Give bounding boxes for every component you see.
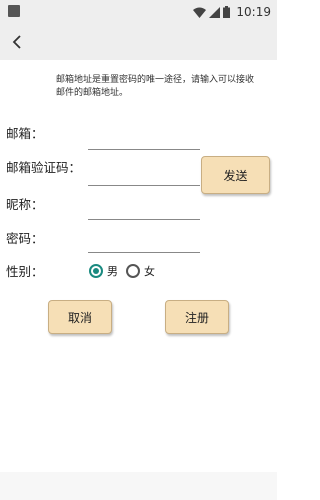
signal-icon (209, 6, 221, 18)
gender-option-male[interactable]: 男 (89, 263, 118, 279)
cancel-button[interactable]: 取消 (48, 300, 112, 334)
email-label: 邮箱： (6, 126, 44, 141)
verification-code-label: 邮箱验证码： (6, 160, 82, 175)
gender-option-label: 男 (107, 265, 118, 278)
email-field[interactable] (88, 131, 200, 150)
password-field[interactable] (88, 234, 200, 253)
gender-radio-group: 男 女 (89, 263, 163, 279)
email-notice: 邮箱地址是重置密码的唯一途径，请输入可以接收邮件的邮箱地址。 (56, 75, 255, 98)
back-button[interactable] (8, 32, 28, 52)
nickname-label: 昵称： (6, 197, 44, 212)
notification-icon (8, 5, 20, 17)
send-code-button[interactable]: 发送 (201, 156, 270, 194)
gender-option-label: 女 (144, 265, 155, 278)
bottom-bar (0, 472, 277, 500)
status-icons: 10:19 (193, 4, 271, 20)
gender-label: 性别： (6, 264, 44, 279)
verification-code-field[interactable] (88, 167, 200, 186)
wifi-icon (193, 7, 207, 18)
status-time: 10:19 (236, 5, 271, 19)
back-arrow-icon (12, 35, 21, 49)
gender-option-female[interactable]: 女 (126, 263, 155, 279)
radio-checked-icon (89, 264, 103, 278)
register-button[interactable]: 注册 (165, 300, 229, 334)
nickname-field[interactable] (88, 201, 200, 220)
password-label: 密码： (6, 231, 44, 246)
radio-unchecked-icon (126, 264, 140, 278)
battery-icon (223, 6, 231, 18)
status-bar: 10:19 (0, 0, 277, 24)
app-bar (0, 24, 277, 60)
